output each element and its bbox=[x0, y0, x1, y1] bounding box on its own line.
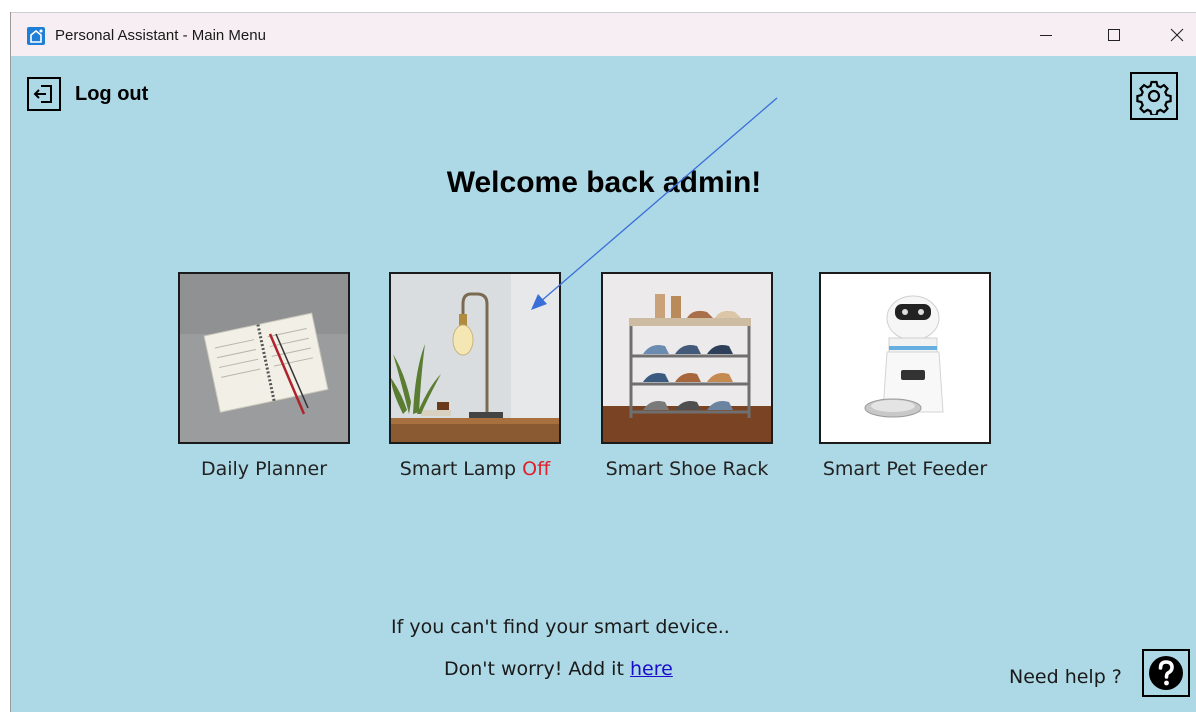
add-device-prefix: Don't worry! Add it bbox=[444, 658, 630, 680]
smart-pet-feeder-button[interactable] bbox=[819, 272, 991, 444]
device-label: Smart Lamp Off bbox=[400, 458, 550, 480]
pet-feeder-image bbox=[821, 274, 989, 442]
main-menu-panel: Log out Welcome back admin! Daily Planne… bbox=[11, 56, 1196, 712]
title-bar[interactable]: Personal Assistant - Main Menu bbox=[11, 12, 1196, 56]
gear-icon bbox=[1136, 80, 1172, 115]
maximize-icon bbox=[1108, 29, 1120, 41]
minimize-icon bbox=[1040, 35, 1052, 36]
close-icon bbox=[1170, 28, 1184, 42]
device-label: Smart Shoe Rack bbox=[605, 458, 769, 480]
add-device-link[interactable]: here bbox=[630, 658, 673, 680]
lamp-status-badge: Off bbox=[522, 458, 551, 480]
welcome-heading: Welcome back admin! bbox=[446, 166, 762, 199]
home-app-icon bbox=[27, 27, 45, 45]
device-smart-lamp: Smart Lamp Off bbox=[389, 272, 561, 480]
logout-label: Log out bbox=[75, 82, 149, 105]
minimize-button[interactable] bbox=[1026, 21, 1066, 49]
question-icon bbox=[1149, 656, 1183, 690]
settings-button[interactable] bbox=[1130, 72, 1178, 120]
add-device-text: Don't worry! Add it here bbox=[444, 658, 673, 680]
smart-lamp-label: Smart Lamp bbox=[399, 458, 517, 480]
smart-lamp-button[interactable] bbox=[389, 272, 561, 444]
device-label: Daily Planner bbox=[200, 458, 328, 480]
shoe-rack-image bbox=[603, 274, 771, 442]
device-smart-shoe-rack: Smart Shoe Rack bbox=[601, 272, 773, 480]
close-button[interactable] bbox=[1157, 21, 1196, 49]
planner-image bbox=[180, 274, 348, 442]
device-smart-pet-feeder: Smart Pet Feeder bbox=[819, 272, 991, 480]
smart-shoe-rack-button[interactable] bbox=[601, 272, 773, 444]
logout-button[interactable]: Log out bbox=[27, 77, 148, 111]
logout-icon bbox=[27, 77, 61, 111]
app-window: Personal Assistant - Main Menu Log out W… bbox=[10, 12, 1196, 712]
maximize-button[interactable] bbox=[1094, 21, 1134, 49]
need-help-label: Need help ? bbox=[1009, 666, 1122, 688]
device-daily-planner: Daily Planner bbox=[178, 272, 350, 480]
window-title: Personal Assistant - Main Menu bbox=[55, 27, 266, 44]
daily-planner-button[interactable] bbox=[178, 272, 350, 444]
lamp-image bbox=[391, 274, 559, 442]
missing-device-text: If you can't find your smart device.. bbox=[391, 616, 730, 638]
help-button[interactable] bbox=[1142, 649, 1190, 697]
device-label: Smart Pet Feeder bbox=[822, 458, 988, 480]
